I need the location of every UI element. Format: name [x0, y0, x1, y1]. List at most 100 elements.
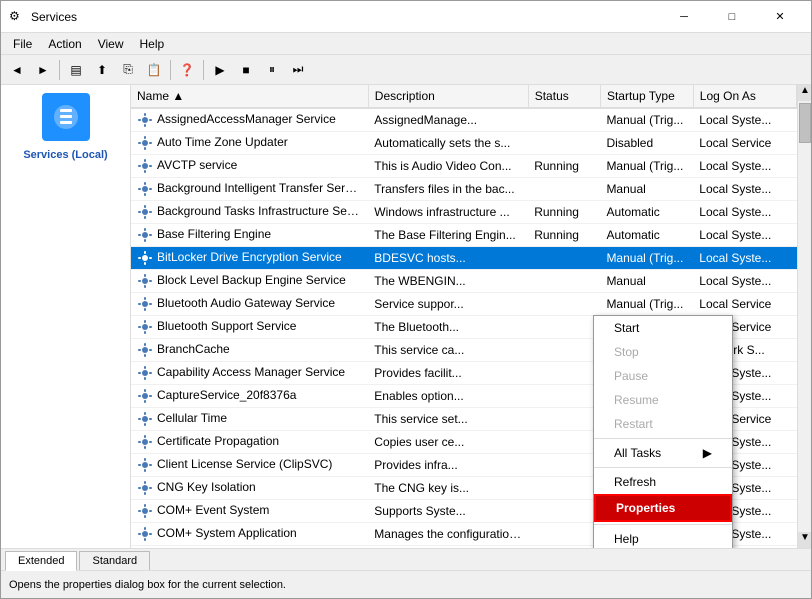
context-menu-item-label: Properties	[616, 501, 675, 515]
service-desc-cell: The Bluetooth...	[368, 316, 528, 339]
service-logon-cell: Local Service	[693, 132, 796, 155]
service-status-cell	[528, 132, 600, 155]
back-button[interactable]: ◄	[5, 58, 29, 82]
context-menu-item-resume: Resume	[594, 388, 732, 412]
service-desc-cell: Service suppor...	[368, 293, 528, 316]
service-name-text: Cellular Time	[157, 411, 227, 425]
service-name-text: Client License Service (ClipSVC)	[157, 457, 332, 471]
table-row[interactable]: AssignedAccessManager Service AssignedMan…	[131, 108, 797, 132]
menu-file[interactable]: File	[5, 35, 40, 53]
menu-bar: File Action View Help	[1, 33, 811, 55]
service-name-cell: COM+ System Application	[131, 523, 368, 546]
service-logon-cell: Local Syste...	[693, 178, 796, 201]
forward-button[interactable]: ►	[31, 58, 55, 82]
service-desc-cell: BDESVC hosts...	[368, 247, 528, 270]
service-name-cell: AVCTP service	[131, 155, 368, 178]
service-icon	[137, 158, 153, 174]
service-desc-cell: Manages the configuration...	[368, 523, 528, 546]
tab-extended[interactable]: Extended	[5, 551, 77, 571]
service-name-cell: Auto Time Zone Updater	[131, 132, 368, 155]
service-startup-cell: Automatic	[600, 201, 693, 224]
service-icon	[137, 388, 153, 404]
service-icon	[137, 434, 153, 450]
restart-service-button[interactable]: ⏭	[286, 58, 310, 82]
minimize-button[interactable]: ─	[661, 3, 707, 31]
service-status-cell: Running	[528, 201, 600, 224]
table-row[interactable]: Base Filtering Engine The Base Filtering …	[131, 224, 797, 247]
service-logon-cell: Local Syste...	[693, 201, 796, 224]
scrollbar[interactable]: ▲ ▼	[797, 85, 811, 548]
close-button[interactable]: ✕	[757, 3, 803, 31]
context-menu-item-refresh[interactable]: Refresh	[594, 470, 732, 494]
table-header-row: Name ▲ Description Status Startup Type L…	[131, 85, 797, 108]
service-desc-cell: This service set...	[368, 408, 528, 431]
table-row[interactable]: Block Level Backup Engine ServiceThe WBE…	[131, 270, 797, 293]
up-button[interactable]: ⬆	[90, 58, 114, 82]
service-startup-cell: Manual	[600, 178, 693, 201]
services-svg-icon	[50, 101, 82, 133]
service-logon-cell: Local Syste...	[693, 155, 796, 178]
context-menu-item-all-tasks[interactable]: All Tasks▶	[594, 441, 732, 465]
scroll-thumb[interactable]	[799, 103, 811, 143]
service-name-text: COM+ Event System	[157, 503, 269, 517]
service-name-cell: Base Filtering Engine	[131, 224, 368, 247]
service-logon-cell: Local Syste...	[693, 108, 796, 132]
service-name-text: AVCTP service	[157, 158, 237, 172]
menu-help[interactable]: Help	[132, 35, 173, 53]
service-name-text: AssignedAccessManager Service	[157, 112, 336, 126]
service-status-cell: Running	[528, 546, 600, 549]
menu-action[interactable]: Action	[40, 35, 89, 53]
service-startup-cell: Manual (Trig...	[600, 293, 693, 316]
tab-standard[interactable]: Standard	[79, 551, 150, 570]
scroll-up-button[interactable]: ▲	[798, 85, 811, 101]
service-name-text: Bluetooth Support Service	[157, 319, 296, 333]
col-header-desc[interactable]: Description	[368, 85, 528, 108]
sidebar-label: Services (Local)	[23, 149, 107, 161]
col-header-name[interactable]: Name ▲	[131, 85, 368, 108]
table-row[interactable]: Bluetooth Audio Gateway ServiceService s…	[131, 293, 797, 316]
context-menu-item-pause: Pause	[594, 364, 732, 388]
service-name-text: Base Filtering Engine	[157, 227, 271, 241]
context-menu-item-label: Pause	[614, 369, 648, 383]
table-row[interactable]: BitLocker Drive Encryption ServiceBDESVC…	[131, 247, 797, 270]
table-row[interactable]: Background Tasks Infrastructure ServiceW…	[131, 201, 797, 224]
service-name-cell: AssignedAccessManager Service	[131, 108, 368, 132]
table-row[interactable]: Auto Time Zone UpdaterAutomatically sets…	[131, 132, 797, 155]
toolbar-sep-3	[203, 60, 204, 80]
start-service-button[interactable]: ▶	[208, 58, 232, 82]
scroll-down-button[interactable]: ▼	[798, 532, 811, 548]
service-logon-cell: Local Syste...	[693, 270, 796, 293]
table-row[interactable]: Background Intelligent Transfer ServiceT…	[131, 178, 797, 201]
copy-button[interactable]: ⎘	[116, 58, 140, 82]
service-desc-cell: The Base Filtering Engin...	[368, 224, 528, 247]
service-name-cell: Background Tasks Infrastructure Service	[131, 201, 368, 224]
service-status-cell: Running	[528, 224, 600, 247]
col-header-logon[interactable]: Log On As	[693, 85, 796, 108]
menu-view[interactable]: View	[90, 35, 132, 53]
context-menu-item-help[interactable]: Help	[594, 527, 732, 548]
service-desc-cell: This service is used for ...	[368, 546, 528, 549]
show-hide-button[interactable]: ▤	[64, 58, 88, 82]
context-menu-item-restart: Restart	[594, 412, 732, 436]
app-icon: ⚙	[9, 9, 25, 25]
context-menu-item-stop: Stop	[594, 340, 732, 364]
service-status-cell: Running	[528, 155, 600, 178]
context-menu-item-properties[interactable]: Properties	[594, 494, 732, 522]
context-menu-item-label: Restart	[614, 417, 653, 431]
service-status-cell	[528, 362, 600, 385]
context-menu-item-start[interactable]: Start	[594, 316, 732, 340]
paste-button[interactable]: 📋	[142, 58, 166, 82]
service-name-text: COM+ System Application	[157, 526, 297, 540]
service-name-cell: Background Intelligent Transfer Service	[131, 178, 368, 201]
title-bar-controls: ─ □ ✕	[661, 3, 803, 31]
help-icon-button[interactable]: ❓	[175, 58, 199, 82]
maximize-button[interactable]: □	[709, 3, 755, 31]
title-bar-left: ⚙ Services	[9, 9, 77, 25]
col-header-startup[interactable]: Startup Type	[600, 85, 693, 108]
service-icon	[137, 319, 153, 335]
pause-service-button[interactable]: ⏸	[260, 58, 284, 82]
table-row[interactable]: AVCTP serviceThis is Audio Video Con...R…	[131, 155, 797, 178]
col-header-status[interactable]: Status	[528, 85, 600, 108]
service-desc-cell: AssignedManage...	[368, 108, 528, 132]
stop-service-button[interactable]: ■	[234, 58, 258, 82]
